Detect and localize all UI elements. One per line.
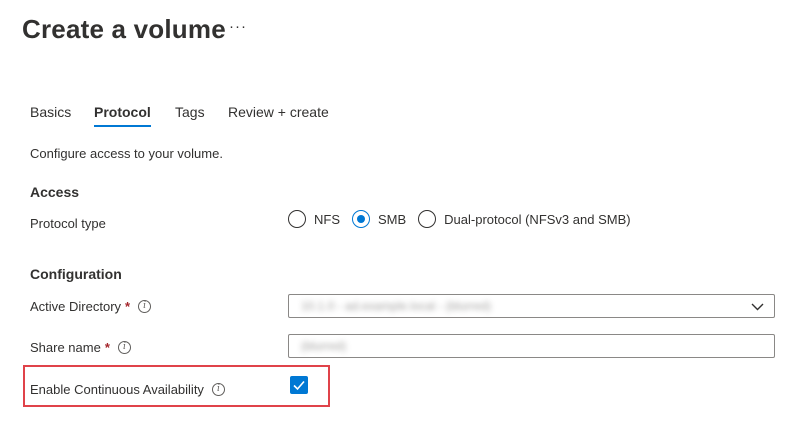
tab-protocol[interactable]: Protocol [94, 104, 151, 127]
share-name-label: Share name * i [30, 340, 131, 355]
radio-nfs[interactable]: NFS [288, 210, 340, 228]
share-name-input[interactable]: (blurred) [288, 334, 775, 358]
radio-nfs-label: NFS [314, 211, 340, 227]
active-directory-select[interactable]: 10.1.0 - ad.example.local - (blurred) [288, 294, 775, 318]
highlight-box [23, 365, 330, 407]
active-directory-label: Active Directory * i [30, 299, 152, 314]
info-icon[interactable]: i [138, 300, 152, 313]
required-indicator: * [104, 340, 110, 355]
protocol-type-label: Protocol type [30, 216, 106, 231]
tab-review-create[interactable]: Review + create [228, 104, 329, 120]
active-directory-label-text: Active Directory [30, 299, 122, 314]
protocol-type-label-text: Protocol type [30, 216, 106, 231]
share-name-value: (blurred) [301, 339, 347, 353]
share-name-label-text: Share name [30, 340, 101, 355]
page-description: Configure access to your volume. [30, 146, 223, 161]
radio-dual-protocol-circle[interactable] [418, 210, 437, 228]
radio-nfs-circle[interactable] [288, 210, 306, 228]
radio-smb-circle[interactable] [352, 210, 370, 228]
more-options-button[interactable]: ··· [229, 18, 247, 35]
radio-dual-protocol-label: Dual-protocol (NFSv3 and SMB) [444, 211, 631, 227]
configuration-heading: Configuration [30, 266, 122, 282]
radio-smb-label: SMB [378, 211, 407, 227]
access-heading: Access [30, 184, 80, 200]
protocol-radio-group: NFS SMB Dual-protocol (NFSv3 and SMB) [288, 210, 643, 228]
radio-smb[interactable]: SMB [352, 210, 406, 228]
chevron-down-icon[interactable] [751, 300, 764, 313]
active-directory-value: 10.1.0 - ad.example.local - (blurred) [301, 299, 492, 313]
radio-dual-protocol[interactable]: Dual-protocol (NFSv3 and SMB) [418, 210, 631, 228]
info-icon[interactable]: i [117, 341, 131, 354]
required-indicator: * [125, 299, 131, 314]
tab-tags[interactable]: Tags [175, 104, 205, 120]
tab-basics[interactable]: Basics [30, 104, 71, 120]
page-title: Create a volume [22, 14, 226, 44]
